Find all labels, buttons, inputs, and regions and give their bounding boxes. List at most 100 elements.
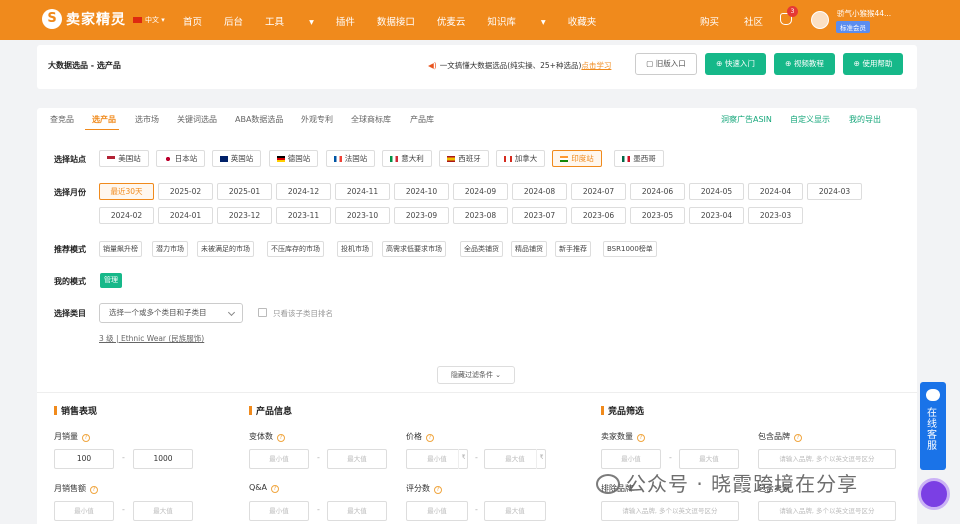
month-chip[interactable]: 2023-03: [748, 207, 803, 224]
tab-competitor[interactable]: 查竞品: [50, 114, 74, 125]
help-icon[interactable]: ?: [426, 434, 434, 442]
nav-tools[interactable]: 工具 ▾: [265, 14, 314, 28]
include-seller-input[interactable]: 请输入品牌, 多个以英文逗号区分: [758, 501, 896, 521]
month-chip[interactable]: 2023-07: [512, 207, 567, 224]
site-fr[interactable]: 法国站: [326, 150, 375, 167]
tab-aba[interactable]: ABA数据选品: [235, 114, 283, 125]
monthly-sales-max[interactable]: 1000: [133, 449, 193, 469]
username[interactable]: 骄气小猴猴44...: [837, 8, 891, 19]
mode-beginner[interactable]: 新手推荐: [555, 241, 591, 257]
mode-potential-market[interactable]: 潜力市场: [152, 241, 188, 257]
ratings-max[interactable]: 最大值: [484, 501, 546, 521]
site-de[interactable]: 德国站: [269, 150, 318, 167]
video-tutorial-button[interactable]: ⊕ 视频教程: [774, 53, 835, 75]
tab-trademark[interactable]: 全球商标库: [351, 114, 391, 125]
month-chip[interactable]: 2023-08: [453, 207, 508, 224]
nav-youmaiyun[interactable]: 优麦云: [437, 14, 466, 28]
month-chip[interactable]: 2024-05: [689, 183, 744, 200]
tab-custom-display[interactable]: 自定义显示: [790, 114, 830, 125]
month-chip[interactable]: 2024-11: [335, 183, 390, 200]
monthly-revenue-max[interactable]: 最大值: [133, 501, 193, 521]
month-chip[interactable]: 2024-08: [512, 183, 567, 200]
nav-favorites[interactable]: 收藏夹: [568, 14, 597, 28]
seller-count-min[interactable]: 最小值: [601, 449, 661, 469]
monthly-revenue-min[interactable]: 最小值: [54, 501, 114, 521]
mode-no-stock-market[interactable]: 不压库存的市场: [267, 241, 324, 257]
monthly-sales-min[interactable]: 100: [54, 449, 114, 469]
site-ca[interactable]: 加拿大: [496, 150, 545, 167]
site-us[interactable]: 美国站: [99, 150, 149, 167]
variants-max[interactable]: 最大值: [327, 449, 387, 469]
customer-service-button[interactable]: 在线客服: [920, 382, 946, 470]
site-mx[interactable]: 墨西哥: [614, 150, 664, 167]
site-uk[interactable]: 英国站: [212, 150, 261, 167]
community-link[interactable]: 社区: [744, 17, 763, 28]
nav-knowledge[interactable]: 知识库 ▾: [487, 14, 545, 28]
mode-premium[interactable]: 精品铺货: [511, 241, 547, 257]
help-icon[interactable]: ?: [90, 486, 98, 494]
month-chip[interactable]: 2024-06: [630, 183, 685, 200]
qa-max[interactable]: 最大值: [327, 501, 387, 521]
month-chip[interactable]: 2023-12: [217, 207, 272, 224]
tab-product-library[interactable]: 产品库: [410, 114, 434, 125]
ratings-min[interactable]: 最小值: [406, 501, 468, 521]
help-icon[interactable]: ?: [637, 434, 645, 442]
month-chip[interactable]: 2023-05: [630, 207, 685, 224]
month-chip[interactable]: 2023-10: [335, 207, 390, 224]
month-chip[interactable]: 2023-09: [394, 207, 449, 224]
avatar[interactable]: [811, 11, 829, 29]
help-button[interactable]: ⊕ 使用帮助: [843, 53, 903, 75]
mode-speculative[interactable]: 投机市场: [337, 241, 373, 257]
month-chip[interactable]: 2024-04: [748, 183, 803, 200]
only-subcategory-checkbox[interactable]: [258, 308, 267, 317]
site-jp[interactable]: 日本站: [156, 150, 205, 167]
quick-start-button[interactable]: ⊕ 快速入门: [705, 53, 766, 75]
mode-all-category[interactable]: 全品类铺货: [460, 241, 503, 257]
ai-assistant-icon[interactable]: [918, 478, 950, 510]
include-brand-input[interactable]: 请输入品牌, 多个以英文逗号区分: [758, 449, 896, 469]
old-version-button[interactable]: ▢ 旧版入口: [635, 53, 697, 75]
mode-high-demand[interactable]: 高需求低要求市场: [382, 241, 446, 257]
month-chip[interactable]: 2024-01: [158, 207, 213, 224]
month-chip[interactable]: 2024-10: [394, 183, 449, 200]
nav-plugin[interactable]: 插件: [336, 14, 355, 28]
site-es[interactable]: 西班牙: [439, 150, 489, 167]
month-chip[interactable]: 2024-12: [276, 183, 331, 200]
mode-bsr1000[interactable]: BSR1000榜单: [603, 241, 657, 257]
mode-unmet-market[interactable]: 未被满足的市场: [197, 241, 254, 257]
tab-ad-asin[interactable]: 洞察广告ASIN: [721, 114, 772, 125]
month-chip[interactable]: 2023-04: [689, 207, 744, 224]
month-chip[interactable]: 2024-02: [99, 207, 154, 224]
logo[interactable]: S 卖家精灵: [42, 9, 126, 29]
month-chip[interactable]: 2023-06: [571, 207, 626, 224]
help-icon[interactable]: ?: [277, 434, 285, 442]
month-recent30[interactable]: 最近30天: [99, 183, 154, 200]
tab-keyword[interactable]: 关键词选品: [177, 114, 217, 125]
hide-filters-button[interactable]: 隐藏过滤条件 ⌄: [437, 366, 515, 384]
language-switcher[interactable]: 中文 ▾: [133, 15, 165, 25]
site-it[interactable]: 意大利: [382, 150, 432, 167]
nav-backend[interactable]: 后台: [224, 14, 243, 28]
exclude-brand-input[interactable]: 请输入品牌, 多个以英文逗号区分: [601, 501, 739, 521]
tab-market[interactable]: 选市场: [135, 114, 159, 125]
site-in[interactable]: 印度站: [552, 150, 602, 167]
manage-button[interactable]: 管理: [100, 273, 122, 288]
selected-category-tag[interactable]: 3 级 | Ethnic Wear (民族服饰): [99, 333, 204, 344]
help-icon[interactable]: ?: [794, 434, 802, 442]
month-chip[interactable]: 2024-09: [453, 183, 508, 200]
month-chip[interactable]: 2025-01: [217, 183, 272, 200]
month-chip[interactable]: 2024-07: [571, 183, 626, 200]
tab-patent[interactable]: 外观专利: [301, 114, 333, 125]
tab-product[interactable]: 选产品: [92, 114, 116, 125]
qa-min[interactable]: 最小值: [249, 501, 309, 521]
variants-min[interactable]: 最小值: [249, 449, 309, 469]
help-icon[interactable]: ?: [434, 486, 442, 494]
mode-sales-surge[interactable]: 销量飙升榜: [99, 241, 142, 257]
month-chip[interactable]: 2025-02: [158, 183, 213, 200]
help-icon[interactable]: ?: [82, 434, 90, 442]
buy-link[interactable]: 购买: [700, 17, 719, 28]
nav-home[interactable]: 首页: [183, 14, 202, 28]
tab-my-export[interactable]: 我的导出: [849, 114, 881, 125]
promo-link[interactable]: 点击学习: [581, 61, 611, 70]
help-icon[interactable]: ?: [271, 485, 280, 493]
